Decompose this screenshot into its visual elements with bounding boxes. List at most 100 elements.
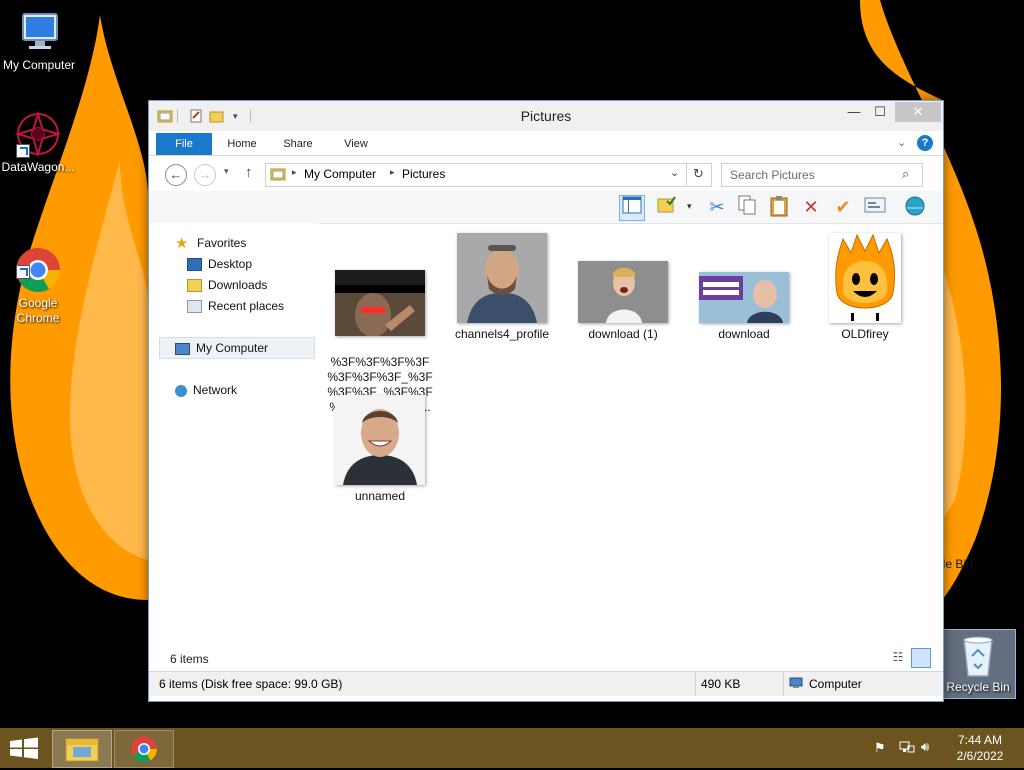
file-name: download (1)	[588, 327, 658, 341]
desktop-icon-label: My Computer	[2, 58, 76, 72]
nav-my-computer[interactable]: My Computer	[175, 338, 268, 358]
file-item[interactable]: channels4_profile	[447, 233, 557, 342]
window-title: Pictures	[520, 108, 572, 124]
nav-downloads[interactable]: Downloads	[187, 275, 267, 295]
search-input-placeholder[interactable]: Search Pictures	[730, 168, 815, 182]
delete-icon[interactable]: ✕	[799, 195, 823, 219]
status-size: 490 KB	[701, 677, 741, 691]
downloads-folder-icon	[187, 279, 202, 293]
desktop-icon-google-chrome[interactable]: Google Chrome	[0, 216, 76, 341]
tab-home[interactable]: Home	[219, 133, 265, 155]
taskbar-chrome-button[interactable]	[114, 730, 174, 768]
copy-icon[interactable]	[735, 195, 759, 219]
address-bar[interactable]: ▸ My Computer ▸ Pictures ⌄ ↻	[265, 163, 712, 187]
chrome-icon	[131, 736, 158, 763]
tab-file[interactable]: File	[156, 133, 212, 155]
nav-favorites[interactable]: ★ Favorites	[175, 233, 246, 253]
nav-label: Recent places	[208, 299, 285, 313]
nav-label: Desktop	[208, 257, 253, 271]
refresh-icon[interactable]: ↻	[693, 166, 704, 182]
file-name: download	[718, 327, 770, 341]
tab-view[interactable]: View	[333, 133, 379, 155]
file-name: channels4_profile	[454, 327, 550, 341]
desktop-icon-label: Recycle Bin	[946, 680, 1010, 694]
cut-icon[interactable]: ✂	[705, 195, 729, 219]
tab-share[interactable]: Share	[275, 133, 321, 155]
select-dropdown-chevron-icon[interactable]: ▾	[687, 201, 692, 212]
breadcrumb-my-computer[interactable]: My Computer	[304, 167, 376, 181]
close-button[interactable]: ✕	[895, 102, 941, 122]
file-name: unnamed	[354, 489, 406, 503]
select-folder-icon[interactable]	[655, 195, 679, 219]
file-item[interactable]: download (1)	[568, 233, 678, 342]
rename-checkmark-icon[interactable]: ✔	[831, 195, 855, 219]
desktop-icon-datawagon[interactable]: DataWagon...	[0, 110, 76, 175]
nav-label: Network	[193, 383, 238, 397]
desktop-icon	[187, 258, 202, 272]
datawagon-icon	[14, 110, 62, 158]
action-center-flag-icon[interactable]: ⚑	[874, 740, 886, 756]
file-thumbnail	[578, 261, 668, 323]
file-thumbnail	[335, 270, 425, 336]
properties-card-icon[interactable]	[863, 195, 887, 219]
desktop-icon-label: Google Chrome	[16, 296, 60, 325]
taskbar: ⚑ 🔊︎ 7:44 AM 2/6/2022	[0, 728, 1024, 768]
desktop-icon-label: DataWagon...	[1, 160, 75, 174]
network-globe-icon[interactable]	[903, 195, 927, 219]
computer-icon	[15, 8, 63, 56]
volume-icon[interactable]: 🔊︎	[921, 739, 929, 755]
network-status-icon[interactable]	[899, 740, 915, 759]
search-icon[interactable]: ⌕	[902, 166, 909, 182]
file-item[interactable]: download	[689, 233, 799, 342]
nav-desktop[interactable]: Desktop	[187, 254, 252, 274]
clock[interactable]: 7:44 AM 2/6/2022	[946, 732, 1014, 764]
navigation-bar: ← → ▾ ↑ ▸ My Computer ▸ Pictures ⌄ ↻ Sea…	[149, 156, 943, 191]
shortcut-arrow-icon	[16, 144, 30, 158]
computer-icon	[175, 342, 190, 355]
desktop-icon-recycle-bin[interactable]: Recycle Bin	[940, 629, 1016, 699]
computer-icon	[789, 677, 803, 692]
minimize-button[interactable]: —	[841, 102, 867, 122]
file-thumbnail	[829, 233, 901, 323]
paste-icon[interactable]	[767, 195, 791, 219]
title-bar[interactable]: ▾ Pictures — ☐ ✕	[149, 101, 943, 131]
desktop-icon-my-computer[interactable]: My Computer	[1, 8, 77, 73]
breadcrumb-pictures[interactable]: Pictures	[402, 167, 445, 181]
command-toolbar: ▾ ✂ ✕ ✔	[149, 191, 943, 224]
preview-pane-icon[interactable]	[619, 195, 645, 221]
file-item[interactable]: OLDfirey	[810, 233, 920, 342]
file-thumbnail	[335, 395, 425, 485]
recent-places-icon	[187, 300, 202, 314]
back-button[interactable]: ←	[165, 164, 187, 186]
folder-location-icon	[270, 167, 286, 184]
taskbar-file-explorer-button[interactable]	[52, 730, 112, 768]
details-view-icon[interactable]: ☷	[889, 648, 907, 666]
start-button[interactable]	[0, 730, 48, 766]
file-thumbnail	[699, 272, 789, 323]
forward-button[interactable]: →	[194, 164, 216, 186]
nav-recent-places[interactable]: Recent places	[187, 296, 284, 316]
breadcrumb-separator-icon: ▸	[292, 167, 297, 177]
navigation-pane: ★ Favorites Desktop Downloads Recent plac…	[149, 223, 319, 673]
large-icons-view-icon[interactable]	[911, 648, 931, 668]
maximize-button[interactable]: ☐	[867, 102, 893, 122]
recycle-bin-icon	[954, 634, 1002, 678]
status-bar: 6 items (Disk free space: 99.0 GB) 490 K…	[149, 671, 943, 696]
up-arrow-icon[interactable]: ↑	[245, 164, 253, 181]
address-dropdown-chevron-icon[interactable]: ⌄	[670, 166, 679, 179]
search-box[interactable]: Search Pictures ⌕	[721, 163, 923, 187]
clock-date: 2/6/2022	[956, 749, 1004, 763]
expand-ribbon-chevron-icon[interactable]: ⌄	[897, 136, 906, 149]
chrome-icon	[14, 231, 62, 292]
recent-locations-chevron-icon[interactable]: ▾	[224, 166, 229, 177]
nav-label: Downloads	[208, 278, 268, 292]
windows-logo-icon	[10, 737, 38, 759]
star-icon: ★	[175, 234, 189, 252]
network-icon	[175, 384, 187, 397]
nav-network[interactable]: Network	[175, 380, 237, 400]
nav-label: Favorites	[197, 236, 247, 250]
status-line: 6 items ☷	[149, 646, 943, 670]
help-icon[interactable]: ?	[917, 135, 933, 151]
file-item[interactable]: unnamed	[325, 395, 435, 504]
file-thumbnail	[457, 233, 547, 323]
